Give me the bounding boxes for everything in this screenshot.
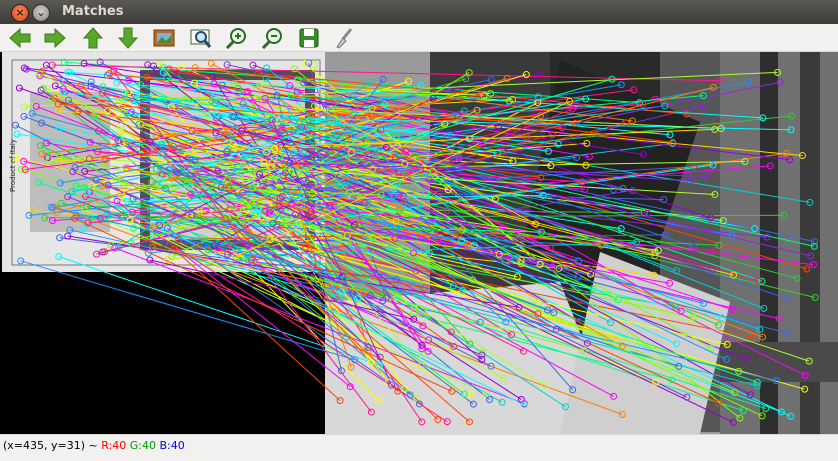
pan-right-button[interactable] [42, 25, 68, 50]
status-readout: (x=435, y=31) ~ R:40 G:40 B:40 [3, 437, 185, 455]
zoom-in-button[interactable] [224, 25, 250, 50]
close-button[interactable]: × [11, 4, 29, 22]
zoom-out-icon [261, 27, 282, 49]
zoom-fit-image-icon [153, 29, 175, 46]
pan-down-button[interactable] [115, 25, 141, 50]
blue-value: B:40 [159, 439, 185, 452]
toolbar [0, 24, 838, 52]
pan-down-icon [117, 27, 139, 49]
pan-up-icon [82, 26, 104, 48]
zoom-region-icon [190, 29, 212, 48]
status-bar: (x=435, y=31) ~ R:40 G:40 B:40 [0, 434, 838, 461]
feature-matches-image: Product of Italy [2, 52, 838, 434]
close-icon: × [15, 6, 25, 19]
window-menu-button[interactable]: ⌄ [32, 4, 50, 22]
title-bar[interactable]: × ⌄ Matches [0, 0, 838, 24]
cursor-coordinates: (x=435, y=31) ~ [3, 439, 102, 452]
properties-button[interactable] [331, 25, 357, 50]
image-canvas[interactable]: Product of Italy [0, 52, 838, 434]
red-value: R:40 [101, 439, 127, 452]
pan-right-icon [44, 27, 66, 48]
save-button[interactable] [296, 25, 322, 50]
zoom-out-button[interactable] [260, 25, 286, 50]
zoom-region-button[interactable] [188, 25, 214, 50]
chevron-down-icon: ⌄ [36, 6, 46, 19]
box-label-text: Product of Italy [9, 139, 17, 192]
pan-left-button[interactable] [7, 25, 33, 50]
zoom-in-icon [225, 27, 246, 49]
pan-left-icon [9, 27, 31, 48]
properties-brush-icon [336, 27, 353, 49]
save-icon [299, 28, 319, 47]
zoom-fit-image-button[interactable] [151, 25, 177, 50]
green-value: G:40 [129, 439, 156, 452]
window-title: Matches [62, 4, 124, 19]
pan-up-button[interactable] [80, 25, 106, 50]
image-window: × ⌄ Matches Product of Italy (x=435, y=3… [0, 0, 838, 461]
